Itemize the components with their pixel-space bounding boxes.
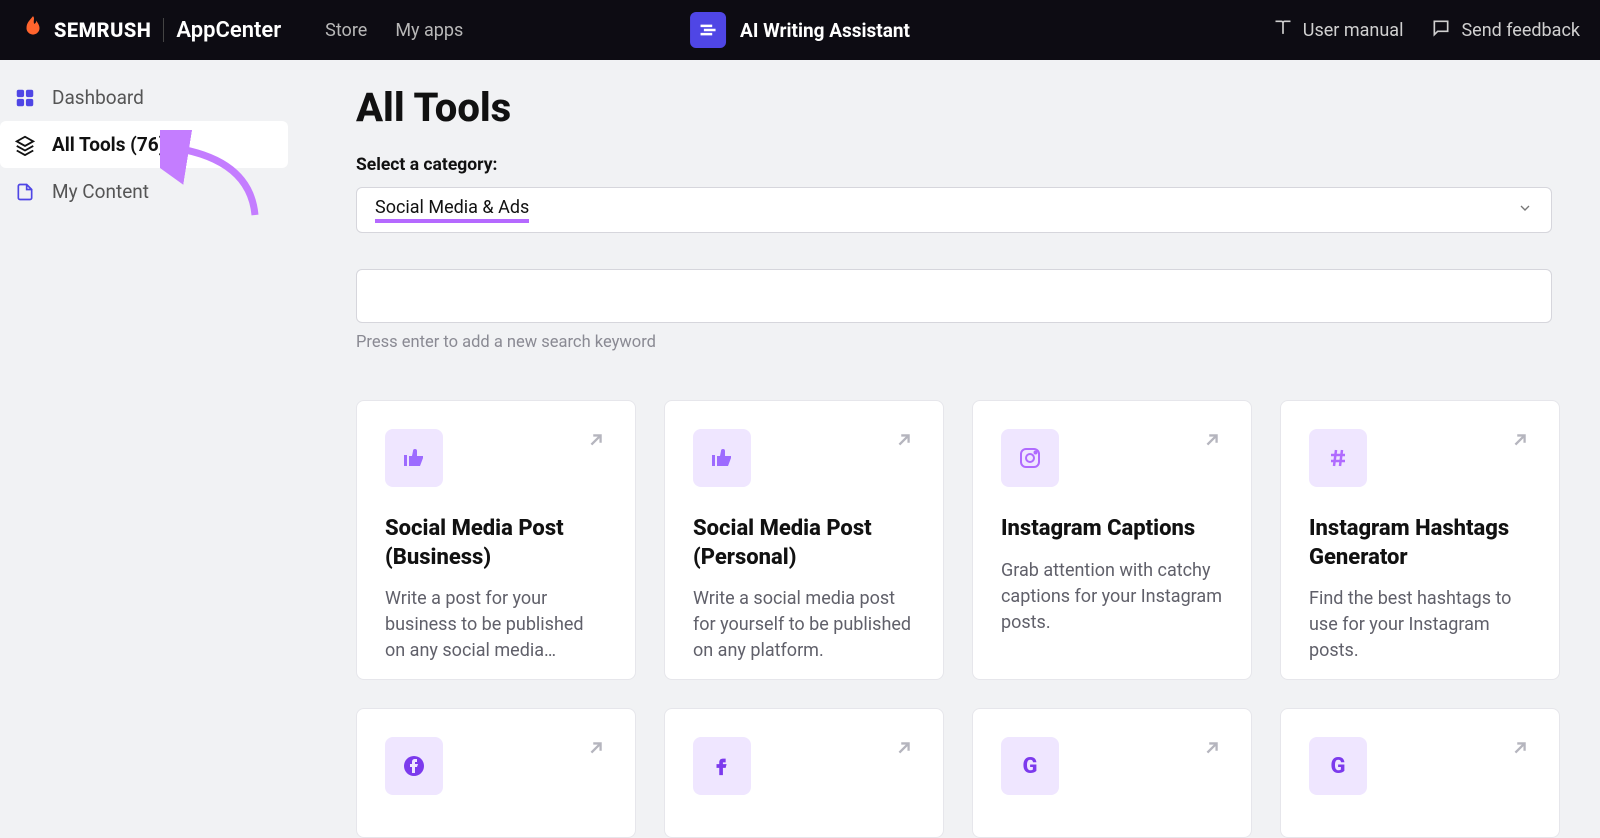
- app-name: AI Writing Assistant: [740, 19, 910, 42]
- tool-card[interactable]: Instagram Captions Grab attention with c…: [972, 400, 1252, 680]
- open-icon: [1509, 737, 1531, 763]
- book-icon: [1273, 18, 1293, 43]
- layers-icon: [14, 134, 36, 156]
- tool-card[interactable]: Social Media Post (Business) Write a pos…: [356, 400, 636, 680]
- flame-icon: [20, 14, 46, 47]
- top-header: SEMRUSH AppCenter Store My apps AI Writi…: [0, 0, 1600, 60]
- send-feedback-label: Send feedback: [1461, 20, 1580, 41]
- tool-desc: Write a post for your business to be pub…: [385, 586, 607, 664]
- tool-card[interactable]: Social Media Post (Personal) Write a soc…: [664, 400, 944, 680]
- tool-card[interactable]: [356, 708, 636, 838]
- facebook-icon: [693, 737, 751, 795]
- tool-card[interactable]: G: [1280, 708, 1560, 838]
- search-hint: Press enter to add a new search keyword: [356, 333, 1560, 352]
- open-icon: [893, 429, 915, 455]
- open-icon: [585, 429, 607, 455]
- nav-myapps[interactable]: My apps: [395, 20, 463, 41]
- open-icon: [893, 737, 915, 763]
- nav-store[interactable]: Store: [325, 20, 367, 41]
- sidebar-item-my-content[interactable]: My Content: [0, 168, 288, 215]
- open-icon: [1201, 737, 1223, 763]
- open-icon: [1201, 429, 1223, 455]
- grid-icon: [14, 87, 36, 109]
- category-select-value: Social Media & Ads: [375, 197, 529, 223]
- tool-card[interactable]: G: [972, 708, 1252, 838]
- tool-desc: Write a social media post for yourself t…: [693, 586, 915, 664]
- tool-desc: Grab attention with catchy captions for …: [1001, 558, 1223, 636]
- chevron-down-icon: [1517, 200, 1533, 220]
- divider: [163, 18, 164, 42]
- page-title: All Tools: [356, 84, 1560, 131]
- brand-logo[interactable]: SEMRUSH: [20, 14, 151, 47]
- tool-title: Social Media Post (Personal): [693, 515, 915, 572]
- search-keyword-input[interactable]: [356, 269, 1552, 323]
- sidebar-item-dashboard[interactable]: Dashboard: [0, 74, 288, 121]
- tool-title: Social Media Post (Business): [385, 515, 607, 572]
- file-icon: [14, 181, 36, 203]
- header-actions: User manual Send feedback: [1273, 18, 1580, 43]
- google-icon: G: [1309, 737, 1367, 795]
- main-content: All Tools Select a category: Social Medi…: [356, 60, 1600, 838]
- tools-grid: Social Media Post (Business) Write a pos…: [356, 400, 1560, 838]
- tool-card[interactable]: [664, 708, 944, 838]
- current-app: AI Writing Assistant: [690, 12, 910, 48]
- thumb-icon: [385, 429, 443, 487]
- app-icon: [690, 12, 726, 48]
- open-icon: [1509, 429, 1531, 455]
- category-select[interactable]: Social Media & Ads: [356, 187, 1552, 233]
- user-manual-link[interactable]: User manual: [1273, 18, 1404, 43]
- hashtag-icon: [1309, 429, 1367, 487]
- chat-icon: [1431, 18, 1451, 43]
- send-feedback-link[interactable]: Send feedback: [1431, 18, 1580, 43]
- google-icon: G: [1001, 737, 1059, 795]
- facebook-icon: [385, 737, 443, 795]
- user-manual-label: User manual: [1303, 20, 1404, 41]
- nav-links: Store My apps: [325, 20, 463, 41]
- sidebar: Dashboard All Tools (76) My Content: [0, 60, 288, 215]
- tool-card[interactable]: Instagram Hashtags Generator Find the be…: [1280, 400, 1560, 680]
- appcenter-label[interactable]: AppCenter: [176, 18, 281, 43]
- sidebar-item-all-tools[interactable]: All Tools (76): [0, 121, 288, 168]
- brand-text: SEMRUSH: [54, 18, 151, 42]
- sidebar-dashboard-label: Dashboard: [52, 86, 144, 109]
- instagram-icon: [1001, 429, 1059, 487]
- sidebar-my-content-label: My Content: [52, 180, 149, 203]
- tool-title: Instagram Captions: [1001, 515, 1223, 544]
- open-icon: [585, 737, 607, 763]
- category-label: Select a category:: [356, 155, 1560, 175]
- thumb-icon: [693, 429, 751, 487]
- tool-title: Instagram Hashtags Generator: [1309, 515, 1531, 572]
- tool-desc: Find the best hashtags to use for your I…: [1309, 586, 1531, 664]
- sidebar-all-tools-label: All Tools (76): [52, 133, 165, 156]
